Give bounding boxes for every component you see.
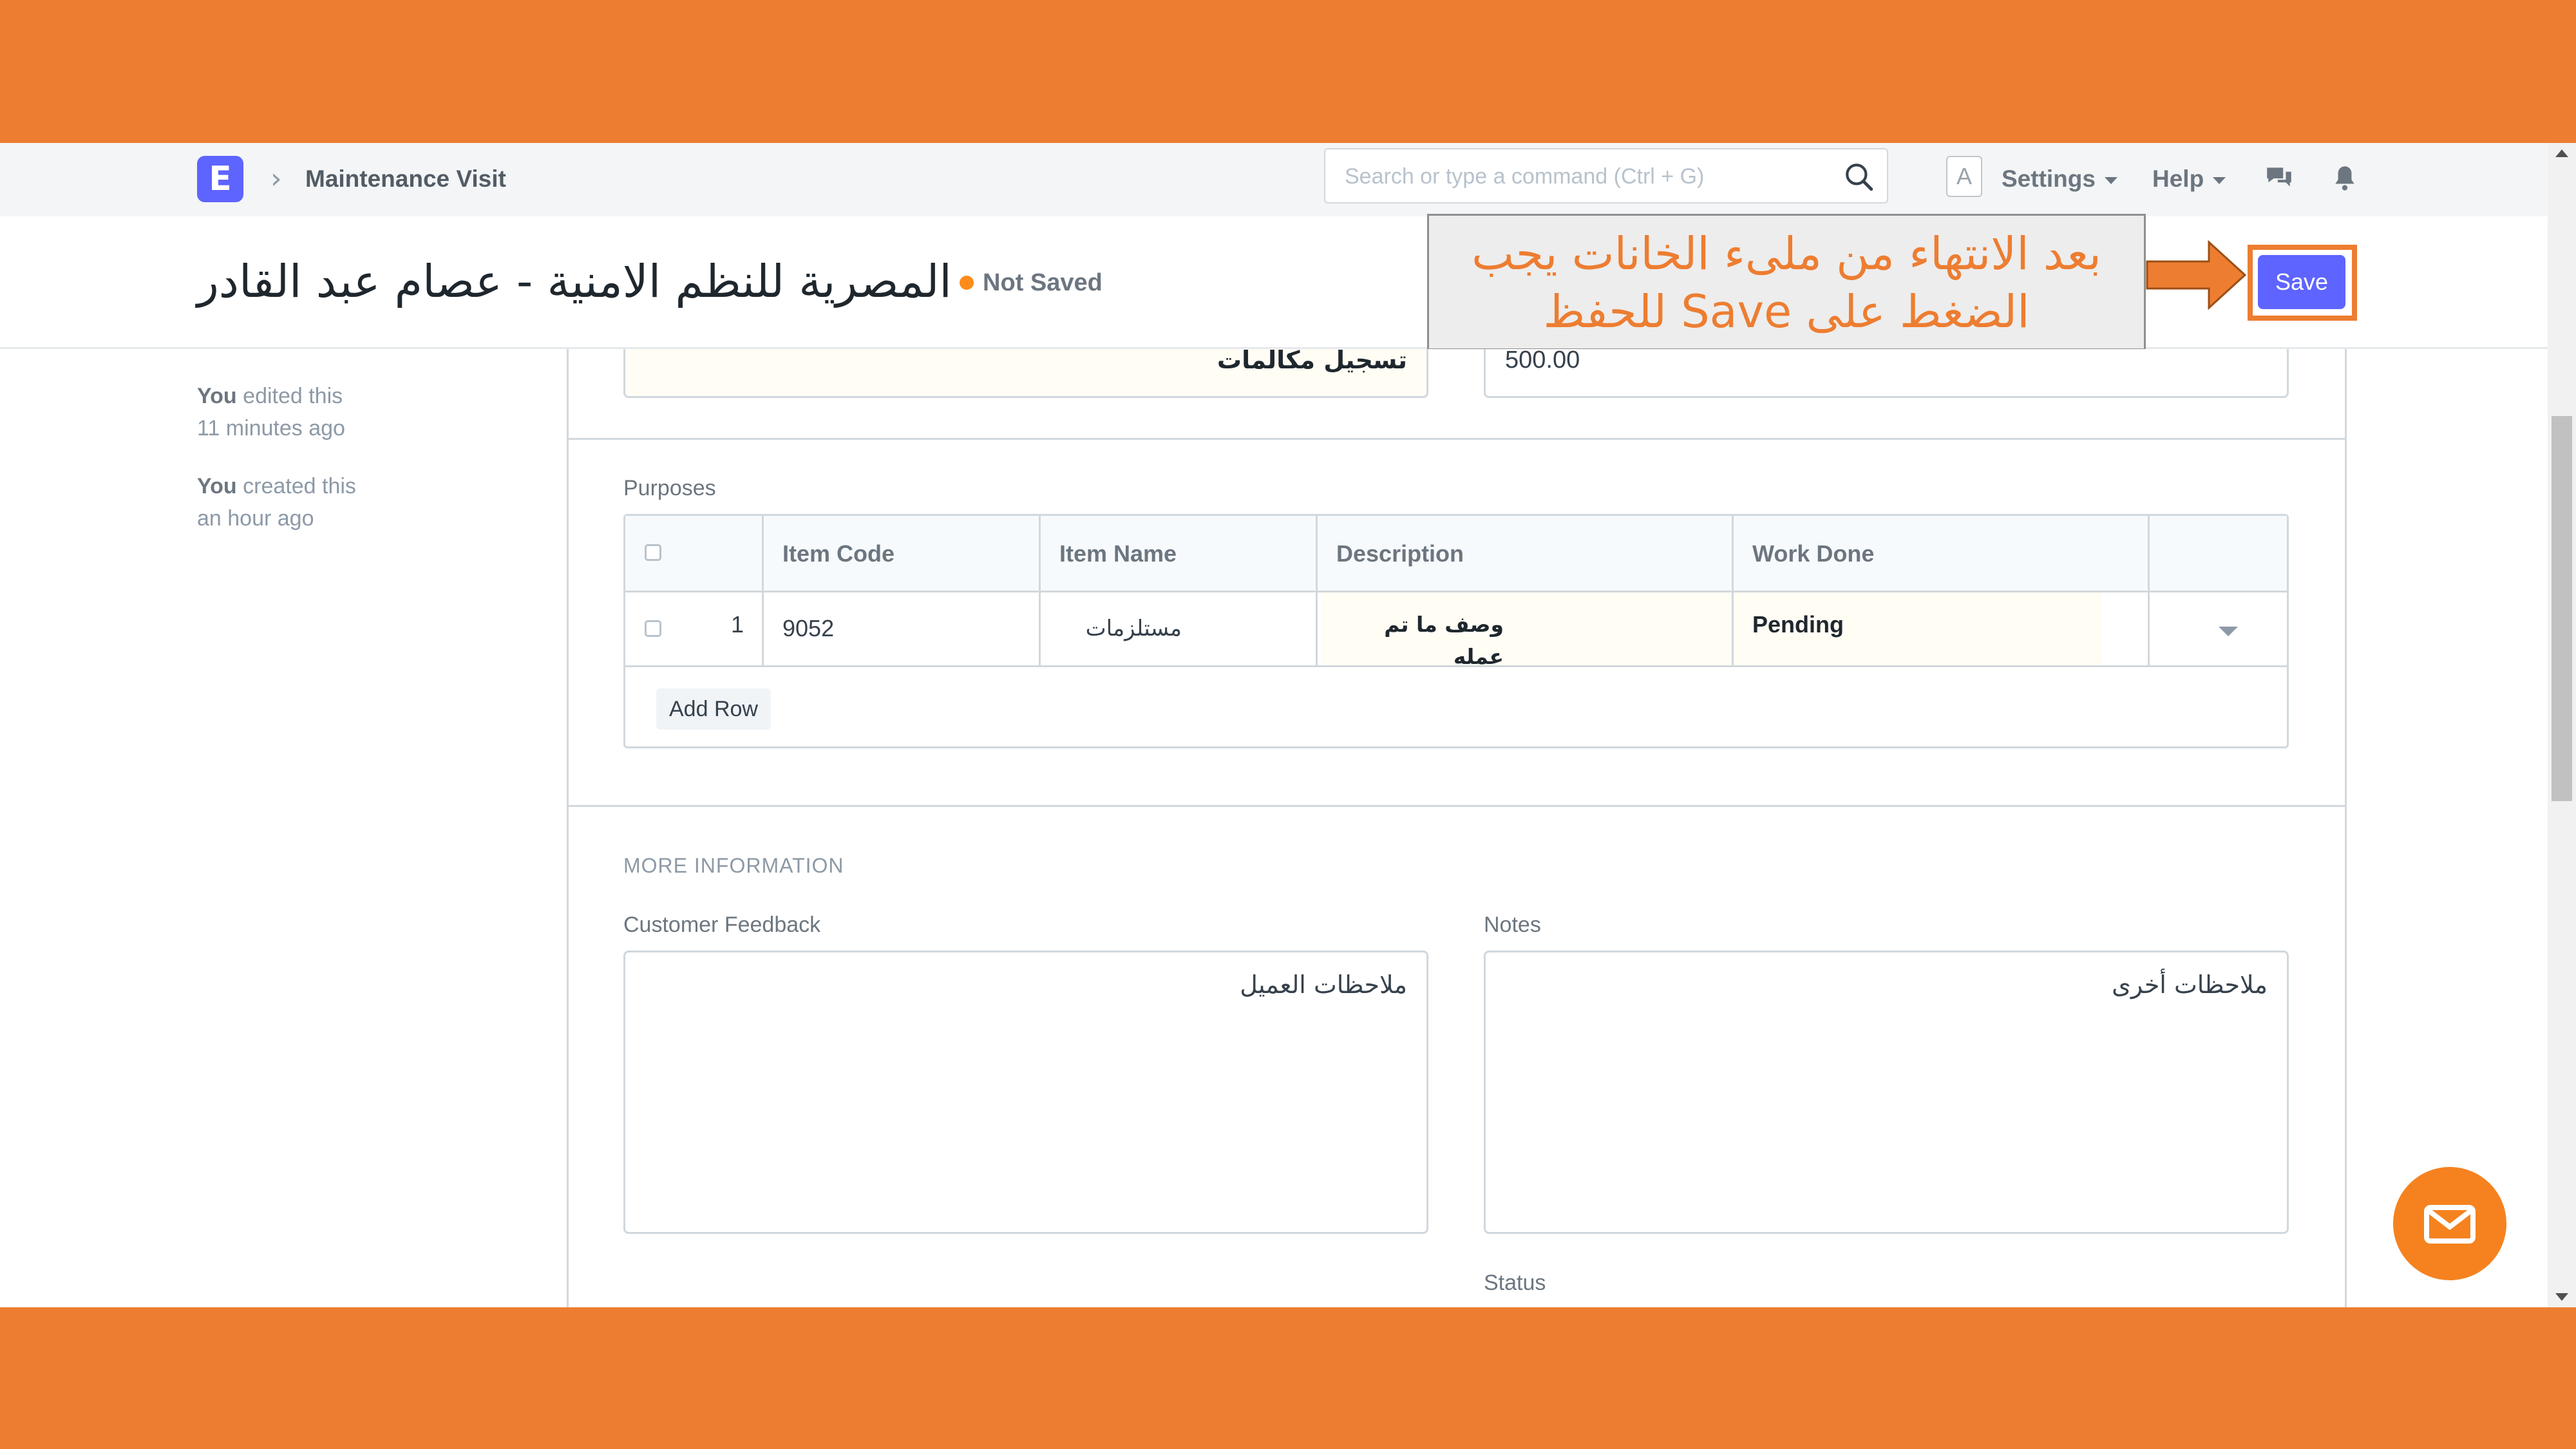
help-dropdown[interactable]: Help	[2152, 162, 2226, 196]
status-badge: Not Saved	[983, 269, 1103, 296]
timeline-created-time: an hour ago	[197, 506, 314, 531]
status-label: Status	[1484, 1271, 1546, 1295]
instruction-callout: بعد الانتهاء من ملىء الخانات يجب الضغط ع…	[1427, 214, 2146, 350]
timeline-edited-text: edited this	[243, 384, 343, 408]
select-all-checkbox[interactable]	[645, 544, 661, 561]
cell-work-done[interactable]: Pending	[1752, 609, 1844, 641]
arrow-right-icon	[2146, 240, 2247, 310]
more-information-heading: MORE INFORMATION	[623, 854, 844, 877]
page-title: المصرية للنظم الامنية - عصام عبد القادر	[197, 255, 952, 308]
column-header-item-name: Item Name	[1059, 540, 1177, 567]
chevron-right-icon: ›	[270, 162, 282, 195]
row-divider	[625, 665, 2287, 667]
notes-label: Notes	[1484, 913, 1541, 937]
bell-icon[interactable]	[2329, 162, 2361, 194]
mail-icon	[2424, 1204, 2476, 1244]
save-button[interactable]: Save	[2258, 255, 2345, 309]
column-divider	[1316, 516, 1318, 665]
column-header-work-done: Work Done	[1752, 540, 1875, 567]
mail-button[interactable]	[2393, 1167, 2506, 1280]
settings-label: Settings	[2002, 166, 2096, 192]
cell-item-name[interactable]: مستلزمات	[1059, 612, 1182, 645]
help-label: Help	[2152, 166, 2204, 192]
purposes-label: Purposes	[623, 476, 716, 500]
column-divider	[1732, 516, 1734, 665]
search-input[interactable]: Search or type a command (Ctrl + G)	[1324, 148, 1888, 204]
vertical-scrollbar[interactable]	[2548, 143, 2576, 1307]
customer-feedback-label: Customer Feedback	[623, 913, 821, 937]
timeline-edited-time: 11 minutes ago	[197, 416, 345, 440]
avatar[interactable]: A	[1946, 156, 1982, 197]
timeline-edited-user: You	[197, 384, 237, 408]
purposes-table: Item Code Item Name Description Work Don…	[623, 514, 2289, 748]
column-divider	[2148, 516, 2150, 665]
breadcrumb-maintenance-visit[interactable]: Maintenance Visit	[305, 162, 506, 196]
settings-dropdown[interactable]: Settings	[2002, 162, 2117, 196]
cell-description[interactable]: وصف ما تم عمله	[1336, 609, 1504, 673]
caret-down-icon	[2104, 176, 2117, 184]
timeline-edited: You edited this	[197, 380, 343, 412]
app-logo[interactable]: E	[197, 156, 243, 202]
timeline-created-user: You	[197, 474, 237, 498]
scroll-down-icon[interactable]	[2555, 1293, 2568, 1301]
column-header-item-code: Item Code	[782, 540, 895, 567]
app-window: E › Maintenance Visit Search or type a c…	[0, 143, 2576, 1307]
row-checkbox[interactable]	[645, 620, 661, 637]
column-divider	[1039, 516, 1041, 665]
status-indicator-dot	[960, 276, 974, 290]
chat-icon[interactable]	[2263, 162, 2295, 194]
timeline-created-text: created this	[243, 474, 356, 498]
search-icon	[1846, 164, 1873, 191]
navbar: E › Maintenance Visit Search or type a c…	[0, 143, 2548, 216]
timeline-created: You created this	[197, 470, 356, 502]
customer-feedback-textarea[interactable]: ملاحظات العميل	[623, 951, 1428, 1234]
section-divider	[567, 438, 2347, 440]
search-placeholder: Search or type a command (Ctrl + G)	[1345, 164, 1705, 189]
section-divider	[567, 805, 2347, 807]
column-divider	[762, 516, 764, 665]
row-index: 1	[731, 611, 744, 638]
scroll-up-icon[interactable]	[2555, 149, 2568, 157]
caret-down-icon	[2213, 176, 2226, 184]
chevron-down-icon[interactable]	[2217, 624, 2239, 638]
column-header-description: Description	[1336, 540, 1464, 567]
scrollbar-thumb[interactable]	[2552, 416, 2572, 801]
notes-textarea[interactable]: ملاحظات أخرى	[1484, 951, 2289, 1234]
cell-item-code[interactable]: 9052	[782, 612, 834, 645]
add-row-button[interactable]: Add Row	[656, 688, 771, 730]
